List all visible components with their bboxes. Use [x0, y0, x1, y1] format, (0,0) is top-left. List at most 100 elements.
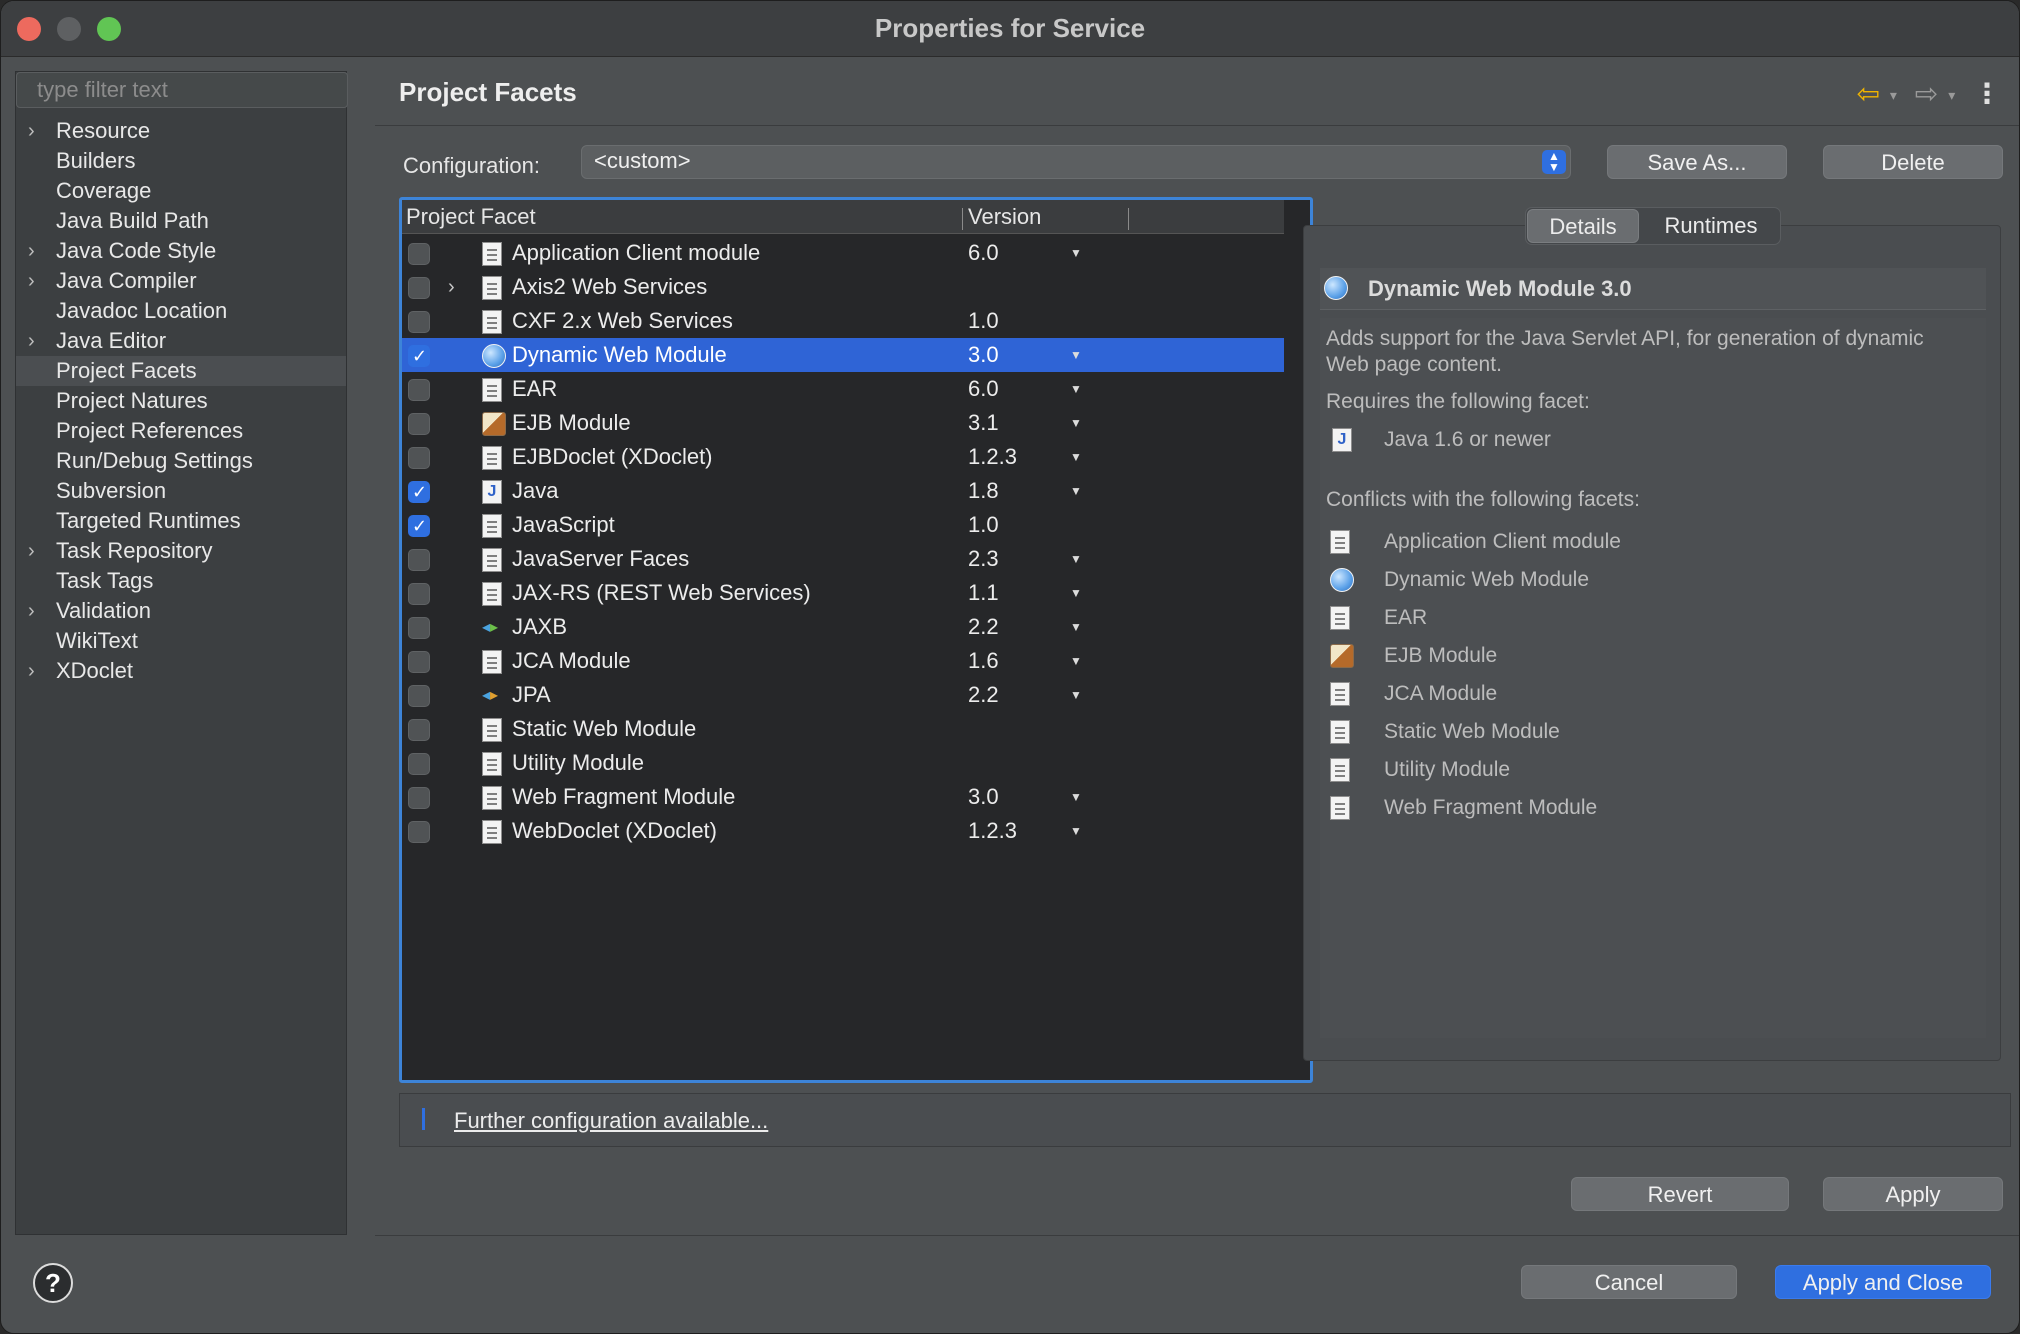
facet-checkbox[interactable] — [408, 413, 430, 435]
table-row[interactable]: Dynamic Web Module 3.0 ▼ — [402, 338, 1284, 373]
sidebar-item[interactable]: Task Tags — [16, 566, 346, 596]
facet-version[interactable]: 6.0 — [968, 236, 999, 270]
sidebar-item[interactable]: Subversion — [16, 476, 346, 506]
column-separator[interactable] — [1128, 208, 1129, 230]
filter-input[interactable]: type filter text — [16, 72, 348, 108]
chevron-right-icon[interactable]: › — [28, 116, 42, 146]
facet-version[interactable]: 1.8 — [968, 474, 999, 508]
cancel-button[interactable]: Cancel — [1521, 1265, 1737, 1299]
facet-checkbox[interactable] — [408, 719, 430, 741]
version-dropdown-icon[interactable]: ▼ — [1070, 644, 1082, 678]
facet-version[interactable]: 1.2.3 — [968, 814, 1017, 848]
facet-version[interactable]: 6.0 — [968, 372, 999, 406]
facet-version[interactable]: 1.1 — [968, 576, 999, 610]
facet-checkbox[interactable] — [408, 787, 430, 809]
facet-checkbox[interactable] — [408, 821, 430, 843]
forward-arrow-icon[interactable]: ⇨ — [1915, 77, 1938, 110]
facet-checkbox[interactable] — [408, 379, 430, 401]
version-dropdown-icon[interactable]: ▼ — [1070, 576, 1082, 610]
facet-version[interactable]: 1.2.3 — [968, 440, 1017, 474]
sidebar-item[interactable]: Builders — [16, 146, 346, 176]
delete-button[interactable]: Delete — [1823, 145, 2003, 179]
tab-details[interactable]: Details — [1527, 209, 1639, 243]
facet-version[interactable]: 2.2 — [968, 610, 999, 644]
forward-menu-chevron-icon[interactable]: ▾ — [1948, 87, 1955, 104]
facet-version[interactable]: 3.0 — [968, 780, 999, 814]
table-row[interactable]: ◂▸ JPA 2.2 ▼ — [402, 678, 1284, 712]
facet-version[interactable]: 3.0 — [968, 338, 999, 372]
sidebar-item[interactable]: › Java Code Style — [16, 236, 346, 266]
apply-button[interactable]: Apply — [1823, 1177, 2003, 1211]
chevron-right-icon[interactable]: › — [448, 270, 455, 304]
chevron-right-icon[interactable]: › — [28, 536, 42, 566]
facet-version[interactable]: 2.3 — [968, 542, 999, 576]
sidebar-item[interactable]: Project Facets — [16, 356, 346, 386]
table-row[interactable]: J Java 1.8 ▼ — [402, 474, 1284, 509]
chevron-right-icon[interactable]: › — [28, 236, 42, 266]
version-dropdown-icon[interactable]: ▼ — [1070, 678, 1082, 712]
facet-checkbox[interactable] — [408, 617, 430, 639]
facet-checkbox[interactable] — [408, 277, 430, 299]
facet-version[interactable]: 1.6 — [968, 644, 999, 678]
sidebar-item[interactable]: Targeted Runtimes — [16, 506, 346, 536]
facet-checkbox[interactable] — [408, 651, 430, 673]
table-row[interactable]: JavaScript 1.0 — [402, 508, 1284, 543]
column-header-version[interactable]: Version — [968, 204, 1041, 230]
save-as-button[interactable]: Save As... — [1607, 145, 1787, 179]
back-arrow-icon[interactable]: ⇦ — [1856, 77, 1879, 110]
sidebar-item[interactable]: WikiText — [16, 626, 346, 656]
tab-runtimes[interactable]: Runtimes — [1643, 209, 1779, 243]
version-dropdown-icon[interactable]: ▼ — [1070, 610, 1082, 644]
sidebar-item[interactable]: › Validation — [16, 596, 346, 626]
chevron-right-icon[interactable]: › — [28, 266, 42, 296]
configuration-select[interactable]: <custom> ▲ ▼ — [581, 145, 1571, 179]
facet-checkbox[interactable] — [408, 549, 430, 571]
sidebar-item[interactable]: Javadoc Location — [16, 296, 346, 326]
sidebar-item[interactable]: Run/Debug Settings — [16, 446, 346, 476]
table-row[interactable]: JCA Module 1.6 ▼ — [402, 644, 1284, 678]
facet-version[interactable]: 2.2 — [968, 678, 999, 712]
further-configuration-link[interactable]: Further configuration available... — [454, 1108, 768, 1134]
facet-checkbox[interactable] — [408, 243, 430, 265]
apply-and-close-button[interactable]: Apply and Close — [1775, 1265, 1991, 1299]
table-row[interactable]: EJBDoclet (XDoclet) 1.2.3 ▼ — [402, 440, 1284, 474]
table-row[interactable]: › Axis2 Web Services — [402, 270, 1284, 304]
chevron-right-icon[interactable]: › — [28, 326, 42, 356]
facet-checkbox[interactable] — [408, 583, 430, 605]
version-dropdown-icon[interactable]: ▼ — [1070, 474, 1082, 508]
back-menu-chevron-icon[interactable]: ▾ — [1890, 87, 1897, 104]
table-row[interactable]: Utility Module — [402, 746, 1284, 780]
table-row[interactable]: EJB Module 3.1 ▼ — [402, 406, 1284, 440]
facet-version[interactable]: 3.1 — [968, 406, 999, 440]
sidebar-item[interactable]: › Task Repository — [16, 536, 346, 566]
table-row[interactable]: WebDoclet (XDoclet) 1.2.3 ▼ — [402, 814, 1284, 848]
column-separator[interactable] — [962, 208, 963, 230]
more-options-icon[interactable]: ⋮ — [1973, 77, 2001, 110]
facet-checkbox[interactable] — [408, 753, 430, 775]
facet-checkbox[interactable] — [408, 311, 430, 333]
table-row[interactable]: Application Client module 6.0 ▼ — [402, 236, 1284, 270]
version-dropdown-icon[interactable]: ▼ — [1070, 372, 1082, 406]
table-row[interactable]: Web Fragment Module 3.0 ▼ — [402, 780, 1284, 814]
table-row[interactable]: Static Web Module — [402, 712, 1284, 746]
version-dropdown-icon[interactable]: ▼ — [1070, 440, 1082, 474]
sidebar-item[interactable]: › Java Compiler — [16, 266, 346, 296]
sidebar-item[interactable]: Java Build Path — [16, 206, 346, 236]
version-dropdown-icon[interactable]: ▼ — [1070, 542, 1082, 576]
sidebar-item[interactable]: › Resource — [16, 116, 346, 146]
revert-button[interactable]: Revert — [1571, 1177, 1789, 1211]
facet-checkbox[interactable] — [408, 475, 430, 509]
sidebar-item[interactable]: › XDoclet — [16, 656, 346, 686]
table-row[interactable]: ◂▸ JAXB 2.2 ▼ — [402, 610, 1284, 644]
sidebar-item[interactable]: Coverage — [16, 176, 346, 206]
version-dropdown-icon[interactable]: ▼ — [1070, 406, 1082, 440]
sidebar-item[interactable]: Project Natures — [16, 386, 346, 416]
table-row[interactable]: JavaServer Faces 2.3 ▼ — [402, 542, 1284, 576]
version-dropdown-icon[interactable]: ▼ — [1070, 814, 1082, 848]
table-row[interactable]: JAX-RS (REST Web Services) 1.1 ▼ — [402, 576, 1284, 610]
sidebar-item[interactable]: Project References — [16, 416, 346, 446]
facet-checkbox[interactable] — [408, 685, 430, 707]
version-dropdown-icon[interactable]: ▼ — [1070, 236, 1082, 270]
facet-checkbox[interactable] — [408, 509, 430, 543]
facet-checkbox[interactable] — [408, 447, 430, 469]
